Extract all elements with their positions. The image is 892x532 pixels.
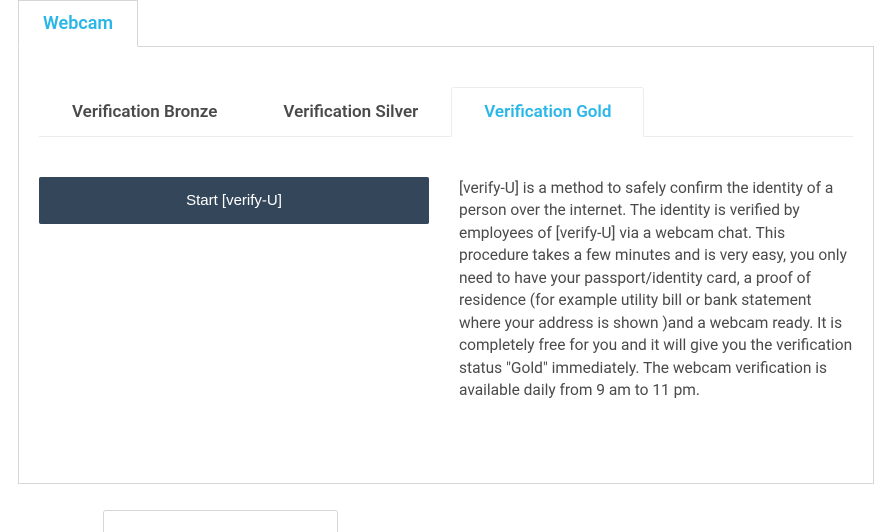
verify-u-description: [verify-U] is a method to safely confirm… (459, 177, 853, 402)
start-verify-u-button[interactable]: Start [verify-U] (39, 177, 429, 224)
description-column: [verify-U] is a method to safely confirm… (459, 177, 853, 402)
outer-tab-bar: Webcam (0, 0, 892, 47)
partial-offscreen-box (103, 510, 338, 532)
tab-verification-silver[interactable]: Verification Silver (250, 87, 451, 137)
webcam-panel: Verification Bronze Verification Silver … (18, 46, 874, 484)
verification-tab-bar: Verification Bronze Verification Silver … (39, 87, 853, 137)
tab-verification-bronze[interactable]: Verification Bronze (39, 87, 250, 137)
gold-tab-content: Start [verify-U] [verify-U] is a method … (39, 177, 853, 402)
tab-webcam[interactable]: Webcam (18, 0, 138, 47)
action-column: Start [verify-U] (39, 177, 429, 402)
tab-verification-gold[interactable]: Verification Gold (451, 87, 644, 137)
